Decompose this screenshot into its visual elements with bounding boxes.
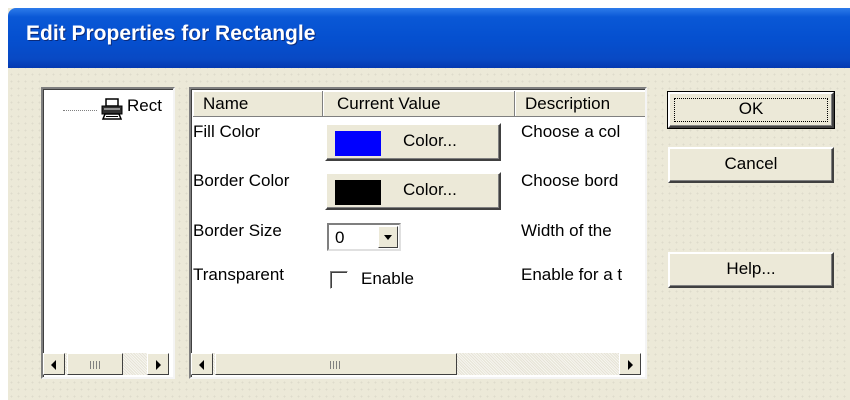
fill-color-description: Choose a col — [521, 122, 621, 141]
grid-header: Name Current Value Description — [193, 91, 645, 119]
property-name-border-color: Border Color — [193, 171, 290, 190]
transparent-enable-checkbox[interactable] — [330, 271, 348, 289]
grip-icon — [90, 361, 100, 369]
edit-properties-dialog: Edit Properties for Rectangle Rect Name … — [8, 8, 850, 400]
chevron-down-icon — [384, 235, 392, 240]
column-header-name[interactable]: Name — [193, 91, 323, 117]
arrow-right-icon — [156, 360, 161, 370]
grid-horizontal-scrollbar[interactable] — [191, 353, 641, 375]
tree-item-rectangle[interactable]: Rect — [127, 96, 162, 116]
property-name-fill-color: Fill Color — [193, 122, 261, 141]
properties-grid: Name Current Value Description Fill Colo… — [189, 87, 647, 379]
border-color-button[interactable]: Color... — [325, 172, 501, 210]
arrow-left-icon — [51, 360, 56, 370]
border-color-swatch — [335, 180, 381, 205]
title-bar[interactable]: Edit Properties for Rectangle — [8, 8, 850, 68]
border-size-dropdown-button[interactable] — [378, 226, 398, 248]
grid-scroll-left-button[interactable] — [191, 353, 213, 375]
scroll-thumb[interactable] — [67, 353, 123, 375]
transparent-description: Enable for a t — [521, 265, 623, 284]
border-size-select[interactable]: 0 — [327, 223, 401, 251]
help-button[interactable]: Help... — [668, 252, 834, 288]
column-header-description[interactable]: Description — [515, 91, 645, 117]
printer-icon — [100, 98, 124, 120]
object-tree[interactable]: Rect — [41, 87, 175, 379]
property-name-border-size: Border Size — [193, 221, 282, 240]
tree-horizontal-scrollbar[interactable] — [43, 353, 169, 375]
arrow-left-icon — [199, 360, 204, 370]
border-color-description: Choose bord — [521, 171, 619, 190]
tree-connector-line — [63, 110, 97, 111]
transparent-enable-label[interactable]: Enable — [361, 269, 414, 289]
fill-color-button-label: Color... — [403, 131, 457, 150]
dialog-title: Edit Properties for Rectangle — [26, 22, 316, 45]
border-size-value: 0 — [335, 228, 345, 247]
focus-ring — [674, 98, 828, 122]
fill-color-button[interactable]: Color... — [325, 123, 501, 161]
grid-scroll-right-button[interactable] — [619, 353, 641, 375]
border-size-description: Width of the — [521, 221, 612, 240]
scroll-right-button[interactable] — [147, 353, 169, 375]
cancel-button[interactable]: Cancel — [668, 147, 834, 183]
grid-scroll-thumb[interactable] — [215, 353, 457, 375]
ok-button[interactable]: OK — [667, 91, 835, 129]
border-color-button-label: Color... — [403, 180, 457, 199]
cancel-button-label: Cancel — [724, 154, 778, 173]
grip-icon — [330, 361, 340, 369]
column-header-current-value[interactable]: Current Value — [323, 91, 515, 117]
help-button-label: Help... — [726, 259, 776, 278]
property-name-transparent: Transparent — [193, 265, 285, 284]
fill-color-swatch — [335, 131, 381, 156]
arrow-right-icon — [628, 360, 633, 370]
scroll-left-button[interactable] — [43, 353, 65, 375]
